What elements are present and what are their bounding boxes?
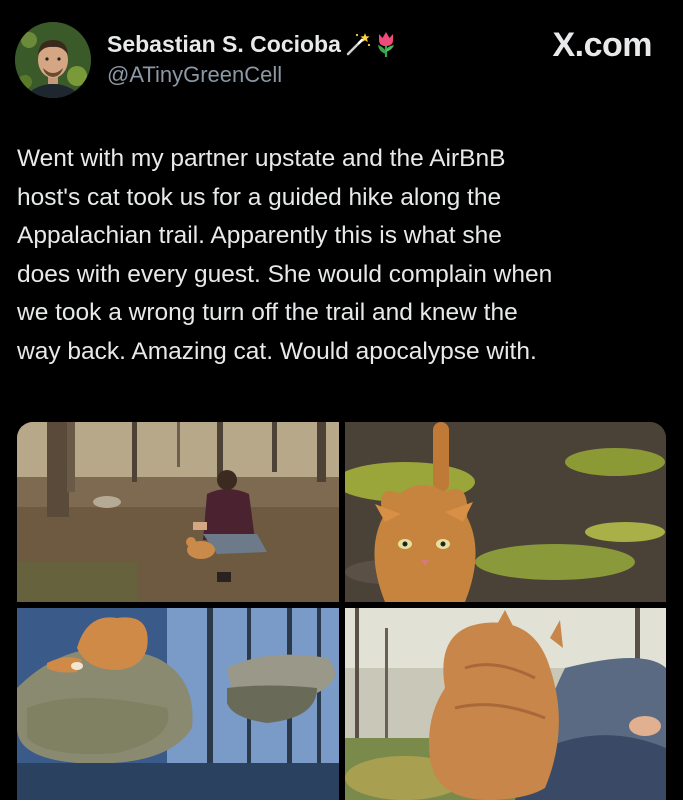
author-display-name[interactable]: Sebastian S. Cocioba <box>107 31 341 58</box>
photo-man-with-cat-in-woods[interactable] <box>17 422 339 602</box>
tulip-icon <box>375 30 397 58</box>
tweet-text-line: Appalachian trail. Apparently this is wh… <box>17 222 502 249</box>
tweet-text-line: Went with my partner upstate and the Air… <box>17 145 506 172</box>
tweet-text-line: does with every guest. She would complai… <box>17 260 553 288</box>
photo-orange-cat-closeup-moss[interactable] <box>345 422 666 602</box>
photo-cat-on-rock-by-stream[interactable] <box>17 608 339 800</box>
author-avatar[interactable] <box>15 22 91 98</box>
magic-wand-icon <box>345 31 371 57</box>
photo-cat-sitting-on-lap[interactable] <box>345 608 666 800</box>
author-name-row[interactable]: Sebastian S. Cocioba <box>107 30 397 58</box>
tweet-text-line: way back. Amazing cat. Would apocalypse … <box>17 337 537 365</box>
tweet-text-line: we took a wrong turn off the trail and k… <box>17 299 518 326</box>
author-handle[interactable]: @ATinyGreenCell <box>107 62 282 88</box>
brand-watermark: X.com <box>552 26 652 64</box>
tweet-text-line: host's cat took us for a guided hike alo… <box>17 183 502 211</box>
tweet-text: Went with my partner upstate and the Air… <box>17 140 677 371</box>
